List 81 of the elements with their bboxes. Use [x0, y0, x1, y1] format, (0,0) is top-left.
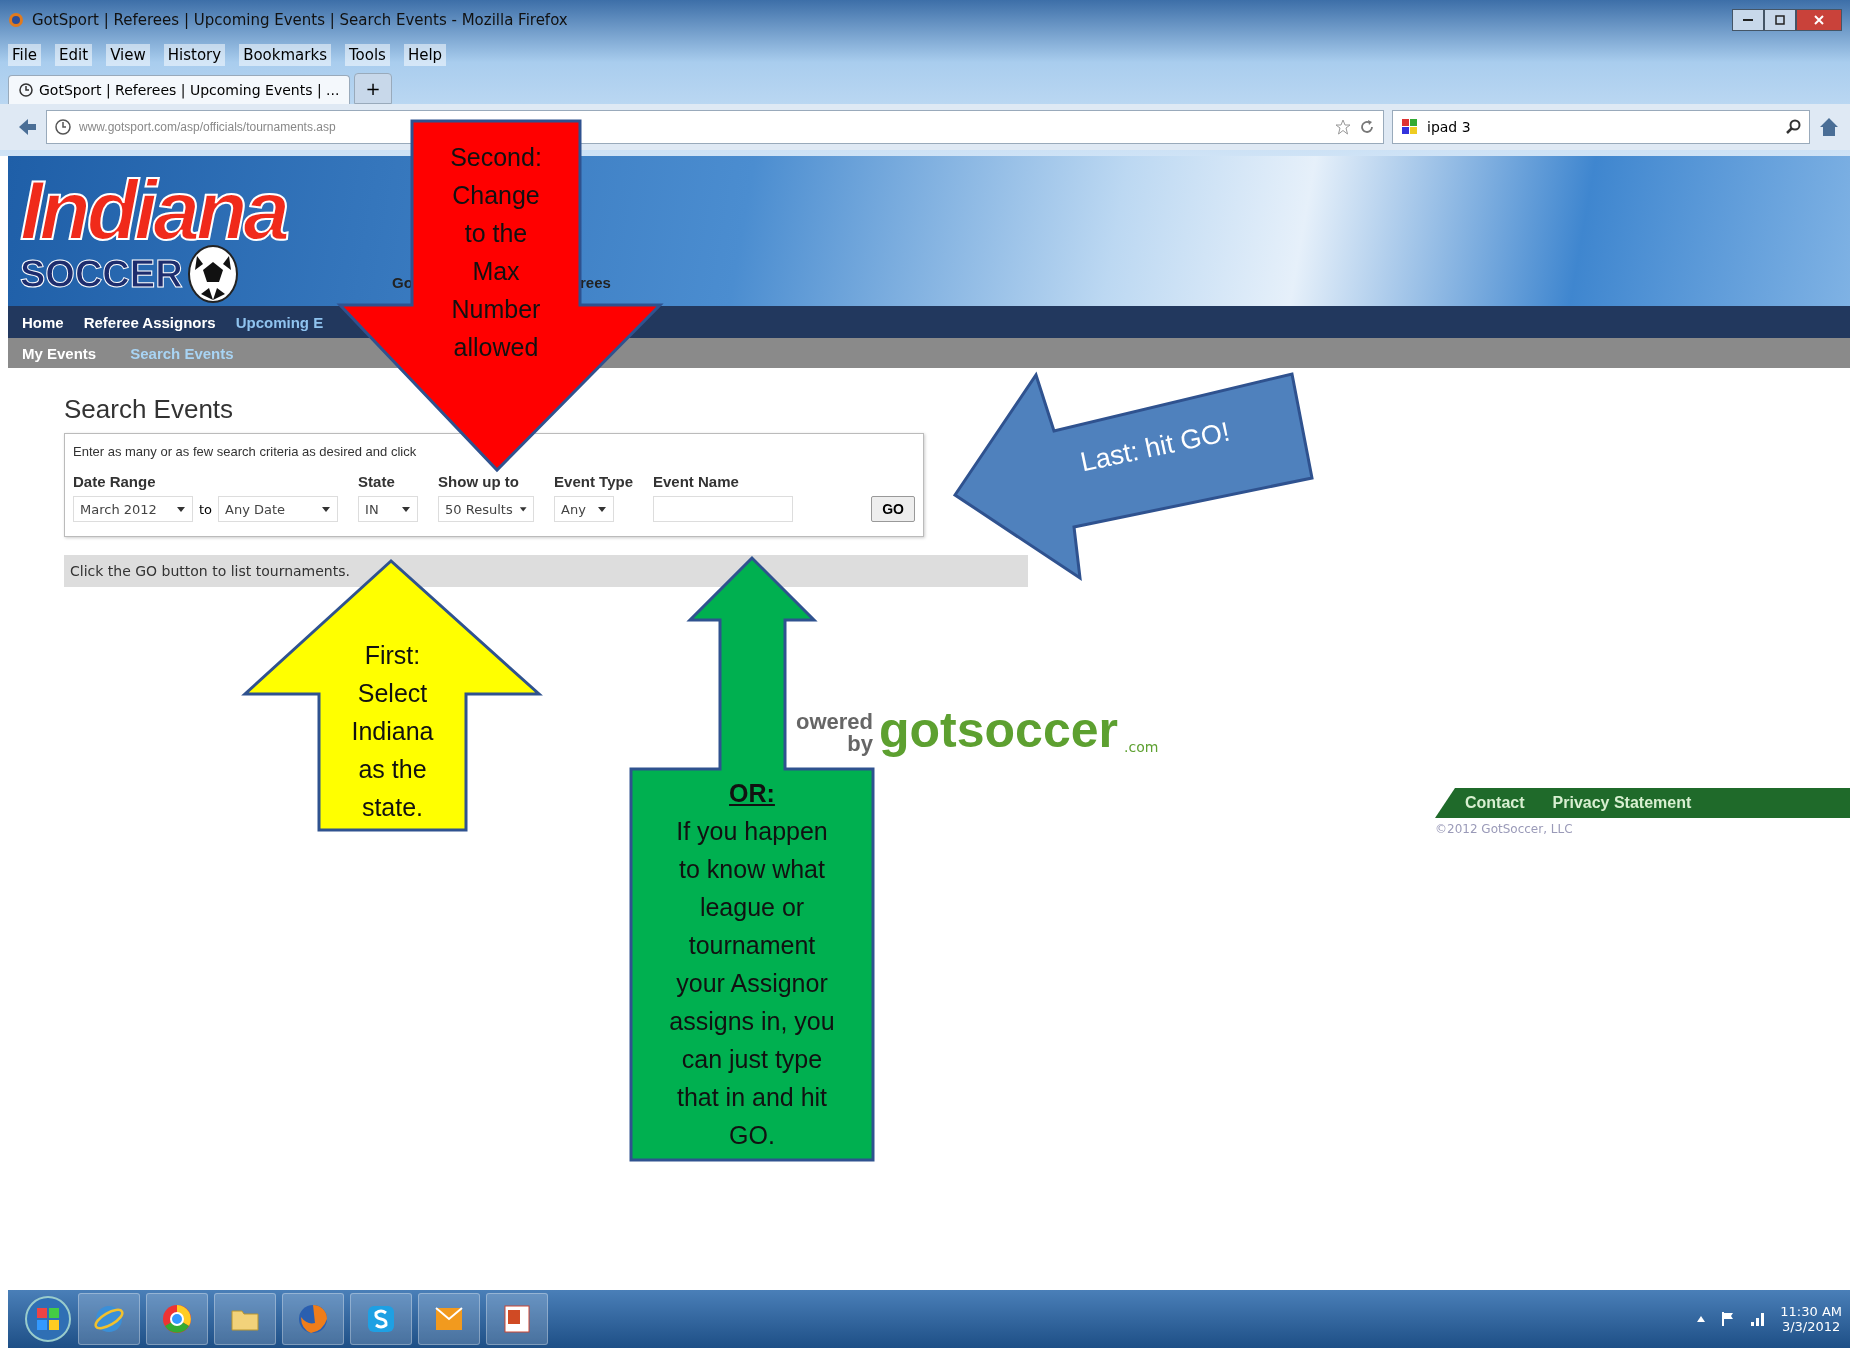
taskbar-button[interactable]	[78, 1293, 140, 1345]
brand-suffix: .com	[1124, 739, 1159, 755]
caret-icon	[597, 505, 608, 513]
field-label: Event Name	[653, 473, 740, 490]
footer-link[interactable]: Contact	[1465, 794, 1525, 812]
caret-up-icon[interactable]	[1696, 1315, 1707, 1323]
browser-logo-icon	[8, 12, 24, 28]
taskbar-button[interactable]	[486, 1293, 548, 1345]
taskbar-button[interactable]	[282, 1293, 344, 1345]
search-field[interactable]: ipad 3	[1392, 110, 1810, 144]
star-icon[interactable]	[1335, 119, 1351, 135]
powered-by-text: owered	[796, 711, 874, 733]
taskbar-button[interactable]	[146, 1293, 208, 1345]
clock-time[interactable]: 11:30 AM	[1780, 1304, 1842, 1319]
circle-logo-icon	[161, 1303, 193, 1335]
dropdown[interactable]: IN	[358, 496, 419, 522]
menu-item[interactable]: Help	[403, 44, 447, 66]
footer-link[interactable]: Privacy Statement	[1552, 794, 1692, 812]
minimize-button[interactable]	[1732, 9, 1764, 31]
callout-text: Second: Change to the Max Number allowed	[449, 142, 543, 363]
minimize-icon	[1743, 19, 1753, 21]
go-button[interactable]: GO	[871, 496, 915, 522]
field-label: Event Type	[554, 473, 633, 490]
maximize-button[interactable]	[1764, 9, 1796, 31]
callout-text: If you happen to know what league or tournament your Assignor assigns in, you can just type that in and hit GO.	[668, 816, 836, 1151]
range-separator: to	[199, 501, 213, 517]
banner-text: rees	[580, 274, 611, 291]
menu-item[interactable]: Tools	[344, 44, 390, 66]
brand-wordmark: gotsoccer	[879, 705, 1118, 755]
window-title: GotSport | Referees | Upcoming Events | Search Events - Mozilla Firefox	[32, 11, 568, 29]
search-icon[interactable]	[1785, 119, 1801, 135]
powered-by-text: by	[847, 733, 874, 755]
dropdown[interactable]: Any	[554, 496, 615, 522]
nav-link[interactable]: Home	[22, 313, 64, 331]
callout-text: First: Select Indiana as the state.	[350, 640, 435, 823]
field-label: State	[358, 473, 396, 490]
dropdown[interactable]: March 2012	[73, 496, 193, 522]
field-label: Show up to	[438, 473, 520, 490]
caret-icon	[321, 505, 332, 513]
dropdown[interactable]: Any Date	[218, 496, 339, 522]
maximize-icon	[1774, 15, 1786, 25]
clock-date[interactable]: 3/3/2012	[1781, 1319, 1841, 1334]
clock-icon	[19, 83, 33, 97]
menu-item[interactable]: File	[8, 44, 42, 66]
address-bar[interactable]: www.gotsport.com/asp/officials/tournaments.asp	[46, 110, 1384, 144]
taskbar-button[interactable]	[418, 1293, 480, 1345]
status-message: Click the GO button to list tournaments.	[64, 555, 1028, 587]
logo-subtitle: SOCCER	[20, 252, 183, 296]
letter-s-icon	[365, 1303, 397, 1335]
callout-text: Last: hit GO!	[1076, 415, 1234, 480]
event-name-field[interactable]	[653, 496, 793, 522]
slides-icon	[501, 1303, 533, 1335]
dropdown[interactable]: 50 Results	[438, 496, 535, 522]
menu-item[interactable]: View	[106, 44, 150, 66]
reload-icon[interactable]	[1359, 119, 1375, 135]
signal-bars-icon[interactable]	[1750, 1311, 1767, 1327]
logo-wordmark: Indiana	[20, 168, 287, 252]
instruction-text: Enter as many or as few search criteria as desired and click	[73, 444, 418, 459]
soccer-ball-icon	[186, 244, 239, 304]
taskbar-button[interactable]	[214, 1293, 276, 1345]
copyright-text: ©2012 GotSoccer, LLC	[1435, 822, 1574, 836]
search-engine-icon	[1401, 118, 1419, 136]
new-tab-button[interactable]: +	[354, 73, 392, 104]
start-button[interactable]	[24, 1295, 72, 1343]
menu-item[interactable]: Edit	[55, 44, 93, 66]
caret-icon	[176, 505, 186, 513]
nav-link[interactable]: Referee Assignors	[83, 313, 216, 331]
menu-item[interactable]: Bookmarks	[239, 44, 331, 66]
page-heading: Search Events	[64, 394, 235, 425]
field-label: Date Range	[73, 473, 157, 490]
caret-icon	[518, 505, 528, 513]
taskbar-button[interactable]	[350, 1293, 412, 1345]
callout-heading: OR:	[728, 778, 776, 809]
home-icon[interactable]	[1818, 116, 1840, 138]
close-icon	[1813, 15, 1825, 25]
nav-link[interactable]: Upcoming E	[235, 313, 324, 331]
caret-icon	[401, 505, 412, 513]
clock-icon	[55, 119, 71, 135]
menu-item[interactable]: History	[163, 44, 226, 66]
close-button[interactable]	[1796, 9, 1842, 31]
browser-tab[interactable]: GotSport | Referees | Upcoming Events | ...	[8, 75, 351, 104]
